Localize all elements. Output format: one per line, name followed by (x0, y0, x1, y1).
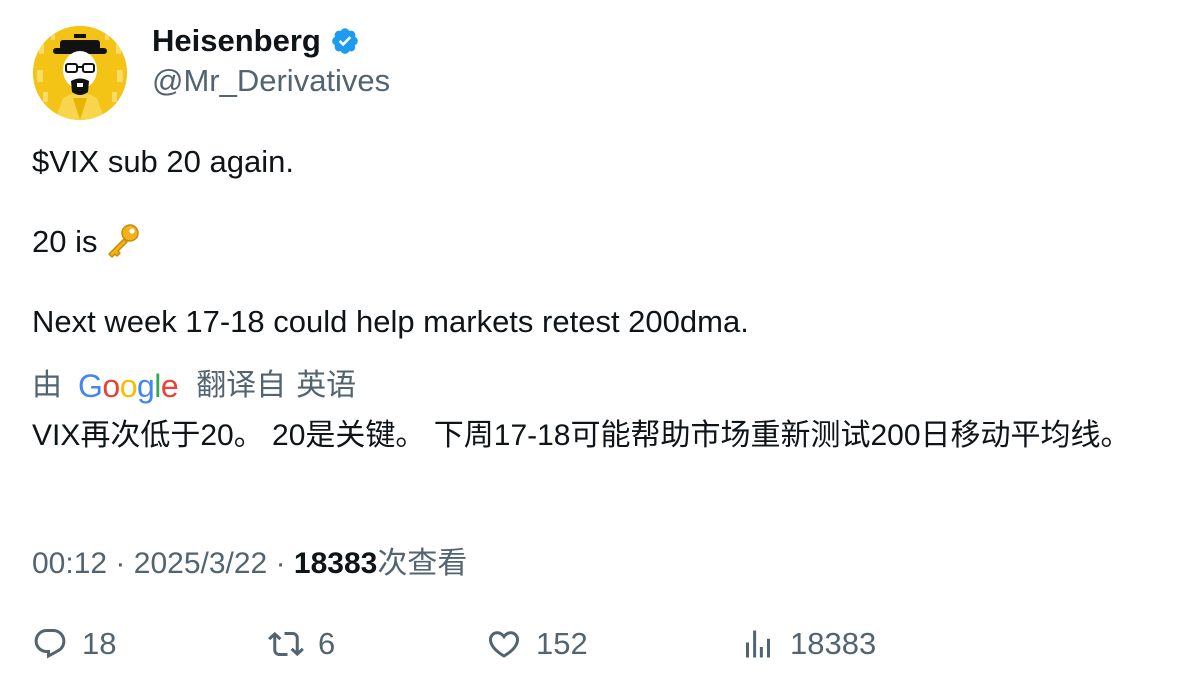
meta-separator: · (115, 547, 126, 580)
google-letter: o (119, 368, 138, 404)
heisenberg-avatar-icon (33, 26, 127, 120)
views-action-count: 18383 (790, 626, 877, 661)
translated-by-label: 由 (32, 369, 62, 402)
google-letter: g (136, 368, 155, 404)
reply-count: 18 (82, 626, 117, 661)
translation-attribution: 由 Google 翻译自 英语 (32, 366, 356, 406)
tweet-date[interactable]: 2025/3/22 (134, 547, 267, 580)
tweet-line-2-text: 20 is (32, 224, 98, 259)
author-handle[interactable]: @Mr_Derivatives (152, 62, 390, 100)
analytics-bar-icon (746, 630, 770, 658)
tweet-time[interactable]: 00:12 (32, 547, 107, 580)
action-bar: 18 6 152 18383 (0, 626, 1196, 678)
like-button[interactable]: 152 (486, 626, 588, 662)
tweet-card: Heisenberg @Mr_Derivatives $VIX sub 20 a… (0, 0, 1196, 698)
tweet-meta: 00:12 · 2025/3/22 · 18383次查看 (32, 544, 467, 584)
source-language: 英语 (296, 369, 357, 402)
like-count: 152 (536, 626, 588, 661)
tweet-line-3: Next week 17-18 could help markets retes… (32, 304, 749, 339)
heart-icon (488, 631, 520, 658)
views-label: 次查看 (377, 547, 468, 580)
translated-text: VIX再次低于20。 20是关键。 下周17-18可能帮助市场重新测试200日移… (32, 419, 1131, 452)
meta-separator: · (275, 547, 286, 580)
google-letter: e (160, 368, 179, 404)
retweet-button[interactable]: 6 (268, 626, 335, 662)
retweet-icon (268, 631, 304, 657)
tweet-line-1: $VIX sub 20 again. (32, 144, 294, 179)
google-letter: o (102, 368, 120, 404)
key-emoji-icon (103, 222, 141, 260)
author-avatar[interactable] (33, 26, 127, 120)
google-letter: G (78, 368, 103, 404)
tweet-text: $VIX sub 20 again. 20 is Next week 17-18… (32, 142, 1162, 342)
tweet-line-2: 20 is (32, 222, 1162, 262)
reply-button[interactable]: 18 (32, 626, 116, 662)
views-button[interactable]: 18383 (740, 626, 876, 662)
author-name-row: Heisenberg (152, 22, 360, 60)
views-count[interactable]: 18383 (294, 547, 377, 580)
google-letter: l (154, 368, 161, 404)
reply-icon (34, 629, 66, 659)
translated-from-label: 翻译自 (196, 369, 287, 402)
google-logo[interactable]: Google (78, 366, 179, 406)
author-display-name[interactable]: Heisenberg (152, 22, 321, 60)
verified-badge-icon[interactable] (330, 26, 360, 56)
retweet-count: 6 (318, 626, 336, 661)
